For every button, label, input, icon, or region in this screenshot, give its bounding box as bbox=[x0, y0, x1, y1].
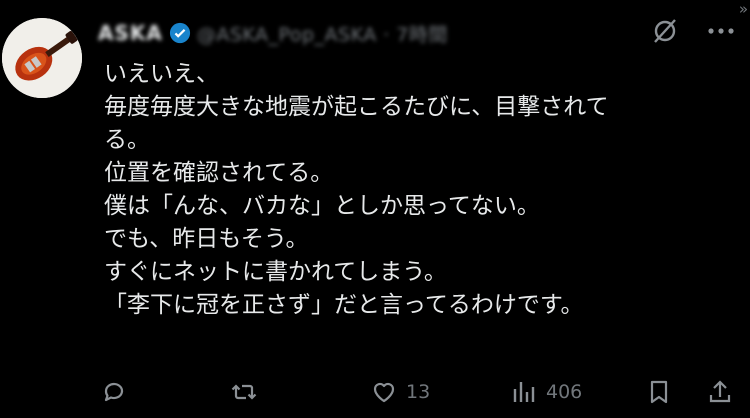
like-count: 13 bbox=[406, 381, 431, 403]
avatar[interactable] bbox=[2, 18, 82, 98]
heart-icon bbox=[373, 382, 395, 403]
reply-button[interactable] bbox=[100, 374, 128, 410]
tweet-header: ASKA @ASKA_Pop_ASKA · 7時間 bbox=[98, 18, 658, 48]
share-icon bbox=[709, 380, 731, 403]
bookmark-button[interactable] bbox=[645, 374, 673, 410]
view-count: 406 bbox=[546, 381, 583, 403]
tweet-line: いえいえ、 bbox=[104, 61, 219, 87]
grok-icon[interactable] bbox=[650, 16, 680, 46]
expand-arrow-icon[interactable]: » bbox=[739, 0, 748, 18]
bookmark-icon bbox=[650, 380, 668, 404]
retweet-icon bbox=[231, 384, 257, 400]
violin-bass-image bbox=[2, 18, 82, 98]
tweet-line: る。 bbox=[104, 127, 150, 153]
tweet-line: 「李下に冠を正さず」だと言ってるわけです。 bbox=[104, 292, 584, 318]
verified-badge-icon bbox=[169, 22, 190, 44]
action-bar: 13 406 bbox=[100, 374, 750, 410]
reply-icon bbox=[104, 382, 124, 402]
more-options-icon[interactable] bbox=[706, 18, 736, 44]
tweet-line: 位置を確認されてる。 bbox=[104, 160, 334, 186]
tweet-text: いえいえ、 毎度毎度大きな地震が起こるたびに、目撃されて る。 位置を確認されて… bbox=[104, 58, 744, 322]
author-name[interactable]: ASKA bbox=[98, 21, 163, 45]
views-button[interactable]: 406 bbox=[510, 374, 582, 410]
tweet-line: すぐにネットに書かれてしまう。 bbox=[104, 259, 447, 285]
tweet-line: 僕は「んな、バカな」としか思ってない。 bbox=[104, 193, 540, 219]
author-handle[interactable]: @ASKA_Pop_ASKA · 7時間 bbox=[197, 20, 448, 47]
share-button[interactable] bbox=[706, 374, 734, 410]
tweet-line: 毎度毎度大きな地震が起こるたびに、目撃されて bbox=[104, 94, 609, 120]
tweet-line: でも、昨日もそう。 bbox=[104, 226, 309, 252]
like-button[interactable]: 13 bbox=[370, 374, 430, 410]
retweet-button[interactable] bbox=[230, 374, 258, 410]
views-icon bbox=[513, 382, 535, 402]
